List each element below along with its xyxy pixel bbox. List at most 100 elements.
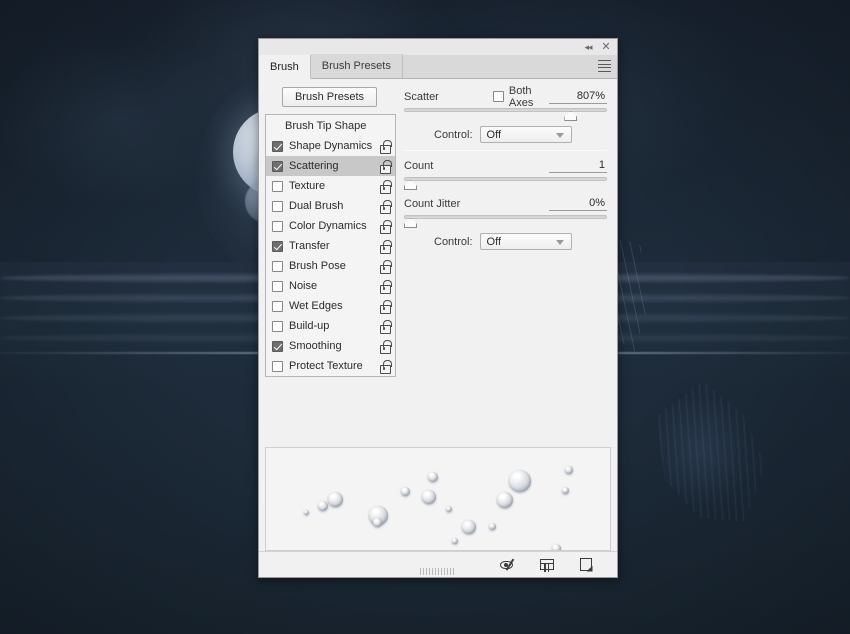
scatter-slider-thumb[interactable]	[564, 111, 577, 121]
count-jitter-control-label: Control:	[434, 236, 473, 248]
checkbox-wet-edges[interactable]	[272, 301, 283, 312]
count-value-input[interactable]: 1	[549, 159, 607, 173]
panel-menu-icon[interactable]	[598, 60, 611, 72]
both-axes-control[interactable]: Both Axes	[493, 85, 549, 109]
count-slider[interactable]	[404, 176, 607, 190]
brush-presets-button[interactable]: Brush Presets	[282, 87, 377, 107]
checkbox-texture[interactable]	[272, 181, 283, 192]
open-preset-manager-icon[interactable]	[539, 557, 556, 572]
count-jitter-slider[interactable]	[404, 214, 607, 228]
label-brush-pose: Brush Pose	[289, 260, 379, 272]
option-row-color-dynamics[interactable]: Color Dynamics	[266, 216, 395, 236]
label-smoothing: Smoothing	[289, 340, 379, 352]
lock-open-icon[interactable]	[379, 240, 390, 252]
brush-options-list: Brush Tip Shape Shape Dynamics Scatterin…	[265, 114, 396, 377]
preview-droplet	[452, 538, 458, 544]
label-protect-texture: Protect Texture	[289, 360, 379, 372]
option-row-wet-edges[interactable]: Wet Edges	[266, 296, 395, 316]
lock-open-icon[interactable]	[379, 260, 390, 272]
checkbox-noise[interactable]	[272, 281, 283, 292]
label-noise: Noise	[289, 280, 379, 292]
tab-brush[interactable]: Brush	[259, 55, 311, 79]
option-row-noise[interactable]: Noise	[266, 276, 395, 296]
lock-open-icon[interactable]	[379, 140, 390, 152]
toggle-live-tip-brush-preview-icon[interactable]	[500, 557, 517, 572]
brush-presets-button-wrap: Brush Presets	[265, 87, 396, 114]
panel-titlebar: ◂◂ ✕	[259, 39, 617, 55]
count-label: Count	[404, 160, 433, 172]
label-color-dynamics: Color Dynamics	[289, 220, 379, 232]
lock-open-icon[interactable]	[379, 300, 390, 312]
label-dual-brush: Dual Brush	[289, 200, 379, 212]
checkbox-color-dynamics[interactable]	[272, 221, 283, 232]
checkbox-both-axes[interactable]	[493, 91, 504, 102]
count-jitter-value-input[interactable]: 0%	[549, 197, 607, 211]
lock-open-icon[interactable]	[379, 340, 390, 352]
lock-open-icon[interactable]	[379, 360, 390, 372]
option-row-brush-pose[interactable]: Brush Pose	[266, 256, 395, 276]
option-row-protect-texture[interactable]: Protect Texture	[266, 356, 395, 376]
scatter-slider-track	[404, 108, 607, 112]
brush-stroke-preview[interactable]	[265, 447, 611, 551]
count-slider-thumb[interactable]	[404, 180, 417, 190]
checkbox-brush-pose[interactable]	[272, 261, 283, 272]
preview-droplet	[565, 466, 573, 474]
lock-open-icon[interactable]	[379, 320, 390, 332]
preview-droplet	[489, 523, 496, 530]
count-jitter-control-select[interactable]: Off	[480, 233, 572, 250]
section-divider	[404, 150, 607, 151]
checkbox-transfer[interactable]	[272, 241, 283, 252]
lock-open-icon[interactable]	[379, 180, 390, 192]
count-jitter-slider-track	[404, 215, 607, 219]
option-row-scattering[interactable]: Scattering	[266, 156, 395, 176]
lock-open-icon[interactable]	[379, 160, 390, 172]
create-new-brush-icon[interactable]	[578, 557, 595, 572]
checkbox-scattering[interactable]	[272, 161, 283, 172]
preview-droplet	[509, 470, 531, 492]
label-build-up: Build-up	[289, 320, 379, 332]
scatter-row: Scatter Both Axes 807%	[404, 88, 607, 105]
brush-tip-shape-label: Brush Tip Shape	[285, 120, 366, 132]
option-row-build-up[interactable]: Build-up	[266, 316, 395, 336]
checkbox-build-up[interactable]	[272, 321, 283, 332]
preview-droplet	[462, 520, 476, 534]
tab-brush-label: Brush	[270, 61, 299, 73]
count-jitter-row: Count Jitter 0%	[404, 195, 607, 212]
option-row-smoothing[interactable]: Smoothing	[266, 336, 395, 356]
scattering-settings-column: Scatter Both Axes 807% Control: Off	[396, 79, 617, 447]
scatter-control-value: Off	[487, 129, 501, 141]
brush-options-column: Brush Presets Brush Tip Shape Shape Dyna…	[259, 79, 396, 447]
checkbox-smoothing[interactable]	[272, 341, 283, 352]
collapse-double-arrow-icon[interactable]: ◂◂	[581, 41, 595, 54]
count-jitter-label: Count Jitter	[404, 198, 460, 210]
count-jitter-control-value: Off	[487, 236, 501, 248]
option-row-texture[interactable]: Texture	[266, 176, 395, 196]
scatter-control-select[interactable]: Off	[480, 126, 572, 143]
scatter-slider[interactable]	[404, 107, 607, 121]
lock-open-icon[interactable]	[379, 200, 390, 212]
option-row-shape-dynamics[interactable]: Shape Dynamics	[266, 136, 395, 156]
count-jitter-slider-thumb[interactable]	[404, 218, 417, 228]
close-icon[interactable]: ✕	[599, 41, 613, 54]
option-row-dual-brush[interactable]: Dual Brush	[266, 196, 395, 216]
scatter-control-row: Control: Off	[404, 126, 607, 143]
label-scattering: Scattering	[289, 160, 379, 172]
panel-resize-grip[interactable]	[420, 568, 456, 575]
lock-open-icon[interactable]	[379, 280, 390, 292]
count-jitter-control-row: Control: Off	[404, 233, 607, 250]
scatter-value-input[interactable]: 807%	[549, 90, 607, 104]
chevron-down-icon	[556, 133, 564, 138]
checkbox-dual-brush[interactable]	[272, 201, 283, 212]
count-row: Count 1	[404, 157, 607, 174]
tab-brush-presets[interactable]: Brush Presets	[311, 54, 403, 78]
preview-droplet	[446, 506, 452, 512]
brush-tip-shape-item[interactable]: Brush Tip Shape	[266, 115, 395, 136]
both-axes-label: Both Axes	[509, 85, 549, 109]
checkbox-shape-dynamics[interactable]	[272, 141, 283, 152]
option-row-transfer[interactable]: Transfer	[266, 236, 395, 256]
checkbox-protect-texture[interactable]	[272, 361, 283, 372]
lock-open-icon[interactable]	[379, 220, 390, 232]
preview-droplet	[422, 490, 436, 504]
label-wet-edges: Wet Edges	[289, 300, 379, 312]
brush-preview-wrap	[259, 447, 617, 551]
